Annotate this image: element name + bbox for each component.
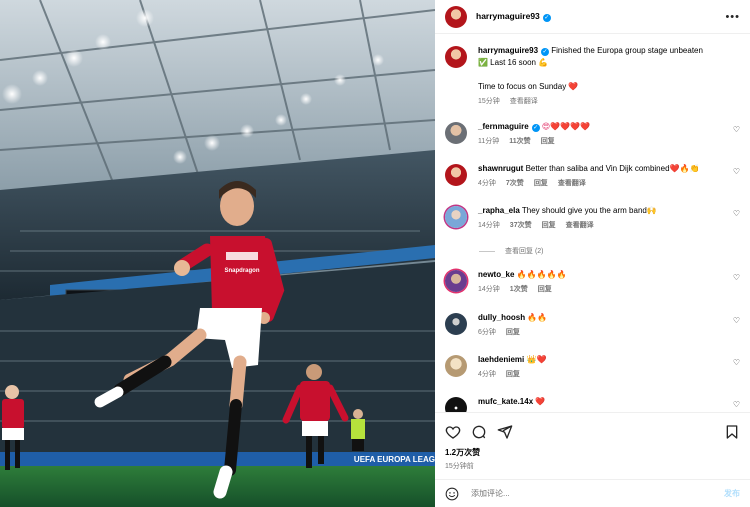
verified-badge-icon: ✓	[531, 124, 540, 132]
comments-list[interactable]: harrymaguire93 ✓ Finished the Europa grou…	[435, 34, 750, 412]
comment-item: _fernmaguire ✓ 😍❤️❤️❤️❤️ 11分钟 11次赞 回复 ♡	[445, 121, 742, 148]
post-photo[interactable]: 3-2 UEFA EUROPA LEAGUE	[0, 0, 435, 507]
comment-text: 🔥🔥🔥🔥🔥	[516, 270, 567, 279]
post-comment-button[interactable]: 发布	[724, 488, 740, 499]
comment-item: mufc_kate.14x ❤️ ♡	[445, 396, 742, 412]
post-sidebar: harrymaguire93 ✓ ••• harrymaguire93 ✓ Fini…	[435, 0, 750, 507]
share-icon[interactable]	[497, 424, 513, 440]
commenter-avatar[interactable]	[445, 355, 467, 377]
commenter-avatar[interactable]	[445, 397, 467, 412]
comment-time[interactable]: 11分钟	[478, 136, 499, 148]
comment-time[interactable]: 4分钟	[478, 369, 496, 381]
comment-icon[interactable]	[471, 424, 487, 440]
comment-username[interactable]: _fernmaguire	[478, 122, 529, 131]
caption-text-2: ✅ Last 16 soon 💪	[478, 58, 549, 67]
comment-like-icon[interactable]: ♡	[733, 210, 740, 218]
add-comment-bar: 添加评论... 发布	[435, 479, 750, 507]
comment-text: ❤️	[535, 397, 546, 406]
comment-like-icon[interactable]: ♡	[733, 274, 740, 282]
comment-text: 👑❤️	[526, 355, 547, 364]
translate-button[interactable]: 查看翻译	[566, 220, 594, 232]
author-username[interactable]: harrymaguire93 ✓	[476, 11, 551, 22]
comment-text: Better than saliba and Vin Dijk combined…	[525, 164, 700, 173]
verified-badge-icon: ✓	[542, 14, 551, 22]
comment-time[interactable]: 6分钟	[478, 327, 496, 339]
author-avatar-small[interactable]	[445, 46, 467, 68]
emoji-icon[interactable]	[445, 487, 459, 501]
comment-time[interactable]: 14分钟	[478, 284, 500, 296]
reply-button[interactable]: 回复	[541, 136, 555, 148]
caption-time[interactable]: 15分钟	[478, 96, 500, 108]
view-replies-button[interactable]: 查看回复 (2)	[479, 246, 544, 256]
comment-likes[interactable]: 37次赞	[510, 220, 532, 232]
reply-button[interactable]: 回复	[506, 327, 520, 339]
post-actions: 1.2万次赞 15分钟前 添加评论... 发布	[435, 412, 750, 507]
comment-item: _rapha_ela They should give you the arm …	[445, 205, 742, 232]
comment-likes[interactable]: 11次赞	[509, 136, 530, 148]
pitch-ad-text: UEFA EUROPA LEAGUE	[354, 455, 435, 464]
comment-item: shawnrugut Better than saliba and Vin Di…	[445, 163, 742, 190]
commenter-avatar[interactable]	[445, 313, 467, 335]
caption-translate[interactable]: 查看翻译	[510, 96, 538, 108]
caption-text-1: Finished the Europa group stage unbeaten	[551, 46, 703, 55]
heart-icon[interactable]	[445, 424, 461, 440]
comment-text: 😍❤️❤️❤️❤️	[541, 122, 591, 131]
comment-like-icon[interactable]: ♡	[733, 168, 740, 176]
comment-username[interactable]: laehdeniemi	[478, 355, 524, 364]
like-count[interactable]: 1.2万次赞	[435, 447, 750, 458]
caption-username[interactable]: harrymaguire93	[478, 46, 538, 55]
reply-button[interactable]: 回复	[534, 178, 548, 190]
commenter-avatar[interactable]	[445, 164, 467, 186]
caption: harrymaguire93 ✓ Finished the Europa grou…	[445, 45, 742, 108]
reply-button[interactable]: 回复	[542, 220, 556, 232]
commenter-avatar[interactable]	[445, 270, 467, 292]
comment-like-icon[interactable]: ♡	[733, 126, 740, 134]
comment-time[interactable]: 4分钟	[478, 178, 496, 190]
view-replies-label: 查看回复 (2)	[505, 248, 544, 255]
jersey-sponsor: Snapdragon	[224, 268, 259, 274]
comment-input[interactable]: 添加评论...	[471, 488, 724, 499]
comment-like-icon[interactable]: ♡	[733, 359, 740, 367]
bookmark-icon[interactable]	[724, 424, 740, 440]
commenter-avatar[interactable]	[445, 122, 467, 144]
caption-text-3: Time to focus on Sunday ❤️	[478, 82, 579, 91]
comment-likes[interactable]: 7次赞	[506, 178, 524, 190]
comment-text: 🔥🔥	[527, 313, 548, 322]
comment-like-icon[interactable]: ♡	[733, 401, 740, 409]
comment-item: newto_ke 🔥🔥🔥🔥🔥 14分钟 1次赞 回复 ♡	[445, 269, 742, 296]
comment-username[interactable]: newto_ke	[478, 270, 514, 279]
comment-text: They should give you the arm band🙌	[521, 206, 657, 215]
commenter-avatar[interactable]	[445, 206, 467, 228]
comment-item: dully_hoosh 🔥🔥 6分钟 回复 ♡	[445, 312, 742, 339]
comment-username[interactable]: dully_hoosh	[478, 313, 525, 322]
translate-button[interactable]: 查看翻译	[558, 178, 586, 190]
photo-scene: 3-2 UEFA EUROPA LEAGUE	[0, 0, 435, 507]
verified-badge-icon: ✓	[541, 48, 550, 56]
comment-like-icon[interactable]: ♡	[733, 317, 740, 325]
reply-button[interactable]: 回复	[506, 369, 520, 381]
comment-username[interactable]: _rapha_ela	[478, 206, 520, 215]
more-options-icon[interactable]: •••	[725, 11, 740, 22]
author-avatar[interactable]	[445, 5, 467, 28]
comment-username[interactable]: shawnrugut	[478, 164, 523, 173]
comment-username[interactable]: mufc_kate.14x	[478, 397, 533, 406]
comment-likes[interactable]: 1次赞	[510, 284, 528, 296]
replies-divider	[479, 250, 495, 252]
comment-time[interactable]: 14分钟	[478, 220, 500, 232]
reply-button[interactable]: 回复	[538, 284, 552, 296]
post-header: harrymaguire93 ✓ •••	[435, 0, 750, 34]
comment-item: laehdeniemi 👑❤️ 4分钟 回复 ♡	[445, 354, 742, 381]
post-timestamp[interactable]: 15分钟前	[435, 461, 750, 471]
